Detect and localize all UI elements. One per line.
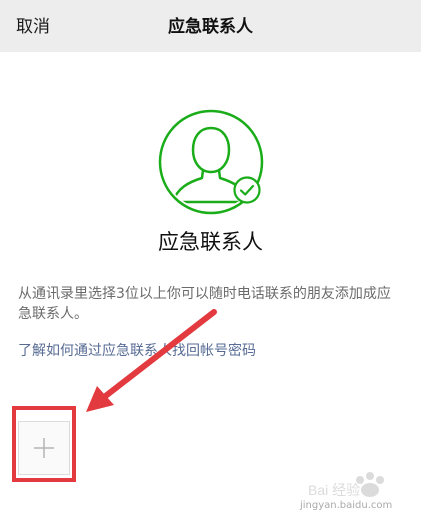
add-contact-button[interactable] [18, 421, 70, 475]
plus-icon [34, 438, 54, 458]
check-circle-icon [233, 176, 261, 204]
page-title: 应急联系人 [168, 17, 253, 37]
watermark-brand: Bai 经验 [308, 482, 360, 498]
section-heading: 应急联系人 [158, 230, 263, 254]
help-link[interactable]: 了解如何通过应急联系人找回帐号密码 [18, 341, 256, 361]
cancel-button[interactable]: 取消 [16, 16, 50, 38]
top-navbar: 取消 应急联系人 [0, 0, 421, 52]
baidu-watermark-icon: Bai 经验 [308, 472, 384, 498]
watermark-url: jingyan.baidu.com [300, 500, 393, 511]
description-text: 从通讯录里选择3位以上你可以随时电话联系的朋友添加成应急联系人。 [18, 286, 391, 322]
